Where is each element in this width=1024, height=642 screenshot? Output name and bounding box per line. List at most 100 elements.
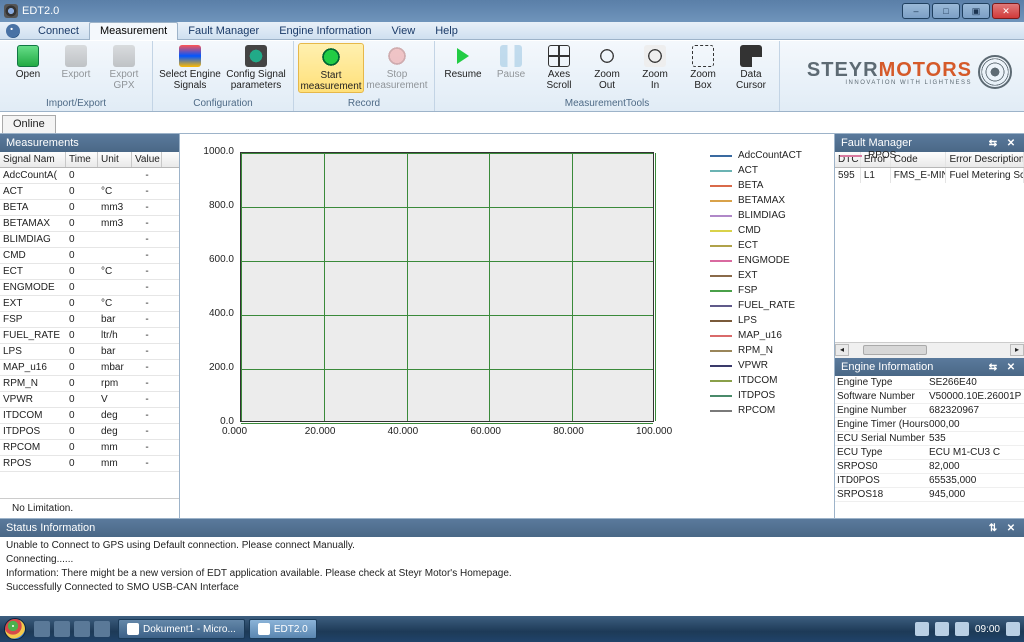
table-row[interactable]: ENGMODE0-: [0, 280, 179, 296]
col-value[interactable]: Value: [132, 152, 162, 167]
table-row[interactable]: LPS0bar-: [0, 344, 179, 360]
chart-area[interactable]: 0.0200.0400.0600.0800.01000.00.00020.000…: [180, 134, 834, 518]
zoomo-icon: [596, 45, 618, 67]
zoom-button[interactable]: Zoom In: [631, 43, 679, 91]
restore-button[interactable]: □: [932, 3, 960, 19]
engine-close-button[interactable]: [1004, 361, 1018, 373]
status-panel: Status Information Unable to Connect to …: [0, 518, 1024, 616]
zoom-button[interactable]: Zoom Box: [679, 43, 727, 91]
table-row[interactable]: ITDPOS0deg-: [0, 424, 179, 440]
scroll-thumb[interactable]: [863, 345, 927, 355]
start-icon: [320, 46, 342, 68]
table-row[interactable]: ACT0°C-: [0, 184, 179, 200]
start-button[interactable]: [4, 618, 26, 640]
col-code[interactable]: Code: [891, 152, 947, 167]
quicklaunch-item[interactable]: [74, 621, 90, 637]
col-err-desc[interactable]: Error Description: [946, 152, 1024, 167]
engine-info-panel: Engine Information Engine TypeSE266E40So…: [835, 358, 1024, 518]
scroll-right-arrow[interactable]: ▸: [1010, 344, 1024, 356]
tray-icon[interactable]: [935, 622, 949, 636]
table-row[interactable]: BLIMDIAG0-: [0, 232, 179, 248]
legend-color-icon: [710, 305, 732, 307]
data-button[interactable]: Data Cursor: [727, 43, 775, 91]
fault-table[interactable]: DTC Error Code Error Description 595L1FM…: [835, 152, 1024, 342]
scroll-left-arrow[interactable]: ◂: [835, 344, 849, 356]
info-row: Engine Number682320967: [835, 404, 1024, 418]
button-label: Export: [62, 69, 91, 80]
brand-emblem-icon: [978, 55, 1012, 89]
info-row: Engine TypeSE266E40: [835, 376, 1024, 390]
table-row[interactable]: EXT0°C-: [0, 296, 179, 312]
quicklaunch-item[interactable]: [94, 621, 110, 637]
tab-online[interactable]: Online: [2, 115, 56, 133]
start-button[interactable]: Start measurement: [298, 43, 364, 93]
ribbon-tab-connect[interactable]: Connect: [28, 22, 89, 40]
fault-pin-button[interactable]: [986, 137, 1000, 149]
ribbon-tab-engine-information[interactable]: Engine Information: [269, 22, 381, 40]
legend-color-icon: [710, 170, 732, 172]
select-engine-button[interactable]: Select Engine Signals: [157, 43, 223, 91]
taskbar-item[interactable]: Dokument1 - Micro...: [118, 619, 245, 639]
legend-item: VPWR: [710, 358, 802, 373]
x-tick-label: 60.000: [470, 426, 501, 437]
legend-item: BLIMDIAG: [710, 208, 802, 223]
table-row[interactable]: AdcCountA(0-: [0, 168, 179, 184]
ribbon-tab-measurement[interactable]: Measurement: [89, 22, 178, 40]
col-unit[interactable]: Unit: [98, 152, 132, 167]
close-button[interactable]: ✕: [992, 3, 1020, 19]
legend-color-icon: [710, 260, 732, 262]
tray-clock[interactable]: 09:00: [975, 624, 1000, 635]
table-row[interactable]: ECT0°C-: [0, 264, 179, 280]
legend-item: ECT: [710, 238, 802, 253]
maximize-button[interactable]: ▣: [962, 3, 990, 19]
ribbon-tab-fault-manager[interactable]: Fault Manager: [178, 22, 269, 40]
col-time[interactable]: Time: [66, 152, 98, 167]
app-icon: [4, 4, 18, 18]
tray-icon[interactable]: [1006, 622, 1020, 636]
table-row[interactable]: MAP_u160mbar-: [0, 360, 179, 376]
fault-hscroll[interactable]: ◂ ▸: [835, 342, 1024, 358]
tray-volume-icon[interactable]: [955, 622, 969, 636]
taskbar-item[interactable]: EDT2.0: [249, 619, 317, 639]
pause-button: Pause: [487, 43, 535, 80]
table-row[interactable]: BETAMAX0mm3-: [0, 216, 179, 232]
table-row[interactable]: 595L1FMS_E-MINFuel Metering Sc: [835, 168, 1024, 183]
table-row[interactable]: RPM_N0rpm-: [0, 376, 179, 392]
quicklaunch-item[interactable]: [34, 621, 50, 637]
table-row[interactable]: CMD0-: [0, 248, 179, 264]
legend-label: BETA: [738, 178, 763, 193]
table-row[interactable]: ITDCOM0deg-: [0, 408, 179, 424]
ribbon-tab-help[interactable]: Help: [425, 22, 468, 40]
status-title-label: Status Information: [6, 522, 95, 534]
status-body[interactable]: Unable to Connect to GPS using Default c…: [0, 537, 1024, 616]
minimize-button[interactable]: –: [902, 3, 930, 19]
fault-close-button[interactable]: [1004, 137, 1018, 149]
measurements-table[interactable]: Signal Nam Time Unit Value AdcCountA(0-A…: [0, 152, 179, 498]
legend-label: RPCOM: [738, 403, 775, 418]
quicklaunch-item[interactable]: [54, 621, 70, 637]
table-row[interactable]: FSP0bar-: [0, 312, 179, 328]
config-signal-button[interactable]: Config Signal parameters: [223, 43, 289, 91]
chart-canvas[interactable]: [240, 152, 654, 422]
table-row[interactable]: FUEL_RATE0ltr/h-: [0, 328, 179, 344]
resume-button[interactable]: Resume: [439, 43, 487, 80]
table-row[interactable]: BETA0mm3-: [0, 200, 179, 216]
legend-color-icon: [840, 155, 862, 157]
taskbar-app-icon: [127, 623, 139, 635]
app-menu-button[interactable]: [6, 24, 20, 38]
tray-icon[interactable]: [915, 622, 929, 636]
engine-pin-button[interactable]: [986, 361, 1000, 373]
legend-label: FUEL_RATE: [738, 298, 795, 313]
zoom-button[interactable]: Zoom Out: [583, 43, 631, 91]
table-row[interactable]: RPCOM0mm-: [0, 440, 179, 456]
axes-button[interactable]: Axes Scroll: [535, 43, 583, 91]
legend-color-icon: [710, 410, 732, 412]
table-row[interactable]: VPWR0V-: [0, 392, 179, 408]
open-button[interactable]: Open: [4, 43, 52, 80]
workspace: Measurements Signal Nam Time Unit Value …: [0, 134, 1024, 518]
status-close-button[interactable]: [1004, 522, 1018, 534]
col-signal-name[interactable]: Signal Nam: [0, 152, 66, 167]
ribbon-tab-view[interactable]: View: [382, 22, 426, 40]
table-row[interactable]: RPOS0mm-: [0, 456, 179, 472]
status-swap-button[interactable]: [986, 522, 1000, 534]
